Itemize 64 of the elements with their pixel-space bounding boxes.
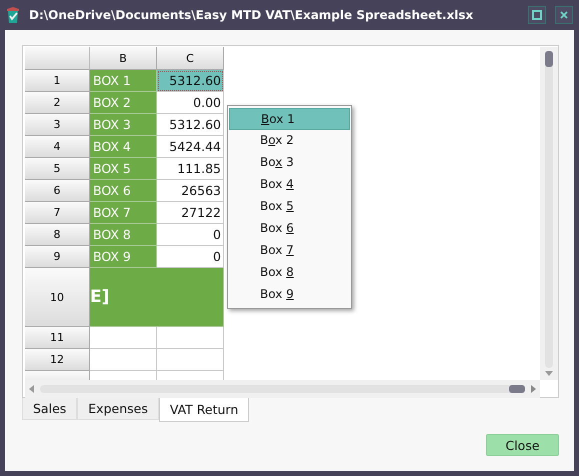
table-cell: BOX 4 [90, 136, 157, 158]
maximize-icon[interactable] [532, 10, 542, 20]
row-header[interactable]: 3 [25, 114, 90, 136]
table-cell: 5312.60 [157, 70, 224, 92]
table-cell: BOX 6 [90, 180, 157, 202]
table-cell: BOX 2 [90, 92, 157, 114]
maximize-button[interactable] [528, 6, 546, 24]
row-header[interactable]: 11 [25, 327, 90, 349]
table-cell: 111.85 [157, 158, 224, 180]
row-header[interactable]: 10 [25, 268, 90, 327]
horizontal-scrollbar[interactable] [25, 380, 540, 398]
table-cell [157, 327, 224, 349]
column-header[interactable]: C [157, 47, 224, 70]
menu-item[interactable]: Box 1 [229, 108, 350, 130]
vertical-scrollbar[interactable] [540, 47, 558, 380]
scrollbar-thumb[interactable] [509, 385, 525, 393]
table-cell: 0.00 [157, 92, 224, 114]
row-header[interactable]: 7 [25, 202, 90, 224]
table-cell: BOX 1 [90, 70, 157, 92]
scrollbar-thumb[interactable] [545, 51, 553, 67]
row-header[interactable]: 9 [25, 246, 90, 268]
table-cell: 5312.60 [157, 114, 224, 136]
sheet-tab[interactable]: Expenses [77, 398, 159, 420]
scroll-left-icon[interactable] [29, 385, 34, 393]
table-cell: BOX 7 [90, 202, 157, 224]
row-header[interactable]: 8 [25, 224, 90, 246]
table-cell: 0 [157, 246, 224, 268]
scroll-down-icon[interactable] [545, 371, 553, 376]
table-cell: 5424.44 [157, 136, 224, 158]
menu-item[interactable]: Box 9 [229, 284, 350, 306]
table-cell: BOX 5 [90, 158, 157, 180]
table-cell: 0 [157, 224, 224, 246]
table-cell: BOX 8 [90, 224, 157, 246]
corner-header[interactable] [25, 47, 90, 70]
row-header[interactable]: 5 [25, 158, 90, 180]
menu-item[interactable]: Box 8 [229, 262, 350, 284]
menu-item[interactable]: Box 2 [229, 130, 350, 152]
sheet-tab[interactable]: VAT Return [158, 398, 250, 422]
row-header[interactable]: 6 [25, 180, 90, 202]
table-cell [157, 349, 224, 371]
table-cell [90, 327, 157, 349]
app-icon [5, 6, 21, 24]
close-icon[interactable] [559, 10, 569, 20]
menu-item[interactable]: Box 6 [229, 218, 350, 240]
row-header[interactable]: 2 [25, 92, 90, 114]
table-cell: BOX 3 [90, 114, 157, 136]
close-button[interactable]: Close [486, 434, 559, 456]
table-cell: E] [90, 268, 224, 327]
close-button[interactable] [555, 6, 573, 24]
column-header[interactable]: B [90, 47, 157, 70]
scroll-right-icon[interactable] [531, 385, 536, 393]
menu-item[interactable]: Box 4 [229, 174, 350, 196]
menu-item[interactable]: Box 7 [229, 240, 350, 262]
row-header[interactable]: 1 [25, 70, 90, 92]
row-header[interactable]: 4 [25, 136, 90, 158]
row-header[interactable]: 12 [25, 349, 90, 371]
table-cell: 27122 [157, 202, 224, 224]
table-cell [90, 349, 157, 371]
menu-item[interactable]: Box 3 [229, 152, 350, 174]
menu-item[interactable]: Box 5 [229, 196, 350, 218]
table-cell: 26563 [157, 180, 224, 202]
window-title: D:\OneDrive\Documents\Easy MTD VAT\Example Spreadsheet.xlsx [29, 8, 474, 22]
table-cell: BOX 9 [90, 246, 157, 268]
sheet-tab[interactable]: Sales [22, 398, 78, 420]
